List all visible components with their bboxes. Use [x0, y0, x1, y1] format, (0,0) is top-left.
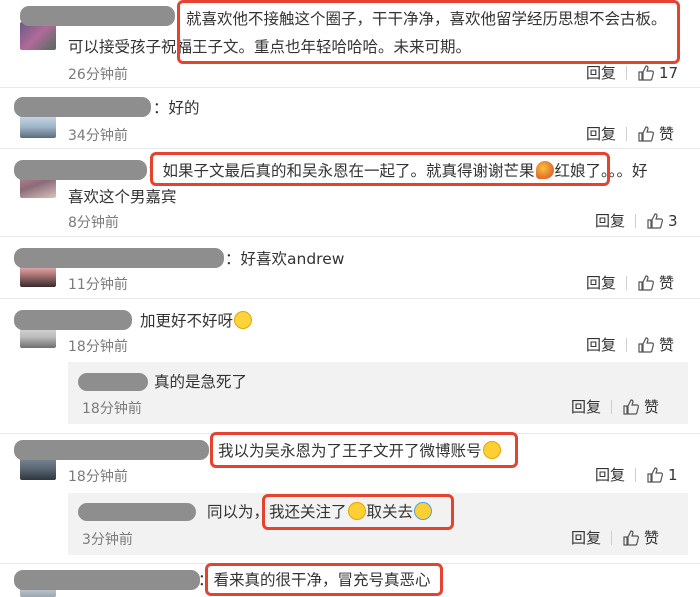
redacted-username[interactable]: [14, 97, 151, 117]
reply-button[interactable]: 回复: [595, 464, 625, 485]
divider: [0, 87, 700, 88]
thumb-up-icon[interactable]: [646, 212, 664, 230]
reply-actions: 回复 赞: [571, 396, 659, 417]
comment-text-suffix: 。。好: [608, 162, 648, 180]
comment-time: 18分钟前: [68, 469, 128, 485]
highlight-box: [177, 0, 680, 64]
like-count: 17: [659, 63, 679, 82]
highlight-box: [262, 494, 454, 530]
divider: [0, 236, 700, 237]
divider: [626, 65, 628, 80]
like-label: 赞: [659, 125, 675, 143]
divider: [611, 399, 613, 414]
comment-actions: 回复 1: [595, 464, 678, 485]
divider: [0, 298, 700, 299]
thumb-up-icon[interactable]: [637, 274, 655, 292]
highlight-box: [210, 432, 518, 468]
redacted-username[interactable]: [78, 373, 148, 391]
reply-button[interactable]: 回复: [586, 123, 616, 144]
comment-time: 34分钟前: [68, 128, 128, 144]
comment-text: 加更好不好呀: [140, 310, 253, 332]
thumb-up-icon[interactable]: [622, 398, 640, 416]
thumb-up-icon[interactable]: [646, 466, 664, 484]
divider: [635, 213, 637, 228]
like-label: 赞: [644, 398, 660, 416]
reply-button[interactable]: 回复: [571, 527, 601, 548]
scared-face-emoji: [234, 311, 253, 329]
comment-time: 18分钟前: [68, 339, 128, 355]
divider: [0, 148, 700, 149]
divider: [626, 337, 628, 352]
like-count: 3: [668, 211, 678, 230]
comment-time: 11分钟前: [68, 277, 128, 293]
like-label: 赞: [644, 529, 660, 547]
comment-time: 8分钟前: [68, 215, 119, 231]
reply-button[interactable]: 回复: [586, 62, 616, 83]
comment-text: ：好喜欢andrew: [225, 250, 345, 268]
reply-time: 3分钟前: [82, 532, 133, 548]
reply-text-prefix: 同以为，: [207, 503, 270, 521]
comment-text-body: 加更好不好呀: [140, 312, 234, 330]
divider: [626, 275, 628, 290]
divider: [611, 530, 613, 545]
thumb-up-icon[interactable]: [622, 529, 640, 547]
redacted-username[interactable]: [14, 310, 132, 330]
highlight-box: [205, 563, 443, 596]
comment-actions: 回复 赞: [586, 123, 674, 144]
divider: [626, 126, 628, 141]
reply-button[interactable]: 回复: [571, 396, 601, 417]
like-label: 赞: [659, 336, 675, 354]
comment-actions: 回复 3: [595, 210, 678, 231]
like-count: 1: [668, 465, 678, 484]
avatar[interactable]: [20, 22, 56, 50]
reply-button[interactable]: 回复: [595, 210, 625, 231]
like-label: 赞: [659, 274, 675, 292]
comment-text: ：好的: [153, 99, 200, 117]
reply-button[interactable]: 回复: [586, 272, 616, 293]
highlight-box: [150, 152, 610, 186]
comment-actions: 回复 17: [586, 62, 678, 83]
comment-actions: 回复 赞: [586, 334, 674, 355]
reply-time: 18分钟前: [82, 401, 142, 417]
thumb-up-icon[interactable]: [637, 336, 655, 354]
reply-button[interactable]: 回复: [586, 334, 616, 355]
comment-time: 26分钟前: [68, 67, 128, 83]
redacted-username[interactable]: [14, 160, 147, 180]
redacted-username[interactable]: [14, 248, 224, 268]
redacted-username[interactable]: [78, 503, 196, 521]
redacted-username[interactable]: [14, 570, 200, 590]
redacted-username[interactable]: [20, 6, 175, 26]
comment-text: 喜欢这个男嘉宾: [68, 188, 177, 206]
thumb-up-icon[interactable]: [637, 64, 655, 82]
reply-text: 真的是急死了: [154, 373, 248, 391]
reply-actions: 回复 赞: [571, 527, 659, 548]
redacted-username[interactable]: [14, 440, 209, 460]
comment-actions: 回复 赞: [586, 272, 674, 293]
thumb-up-icon[interactable]: [637, 125, 655, 143]
divider: [635, 467, 637, 482]
